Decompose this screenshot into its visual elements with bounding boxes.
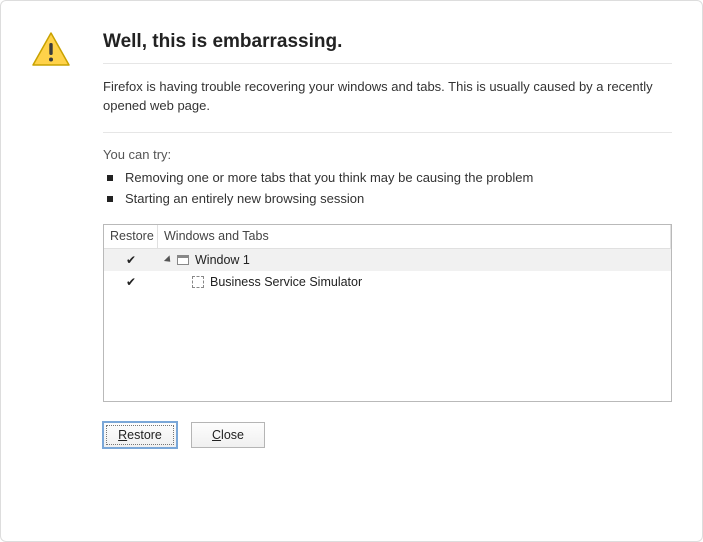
warning-icon (31, 31, 71, 70)
restore-checkbox[interactable]: ✔ (126, 275, 136, 289)
divider (103, 63, 672, 64)
row-label: Business Service Simulator (210, 275, 362, 289)
session-restore-dialog: Well, this is embarrassing. Firefox is h… (0, 0, 703, 542)
tree-row-window[interactable]: ✔ Window 1 (104, 249, 671, 271)
expand-icon[interactable] (164, 255, 173, 264)
try-item: Removing one or more tabs that you think… (121, 170, 672, 185)
restore-checkbox[interactable]: ✔ (126, 253, 136, 267)
session-tree[interactable]: Restore Windows and Tabs ✔ Window 1 (103, 224, 672, 402)
try-item: Starting an entirely new browsing sessio… (121, 191, 672, 206)
page-icon (192, 276, 204, 288)
dialog-buttons: Restore Close (103, 422, 672, 448)
window-icon (177, 255, 189, 265)
dialog-title: Well, this is embarrassing. (103, 31, 672, 53)
dialog-description: Firefox is having trouble recovering you… (103, 78, 672, 116)
try-label: You can try: (103, 147, 672, 162)
close-button[interactable]: Close (191, 422, 265, 448)
col-windows-tabs[interactable]: Windows and Tabs (158, 225, 671, 248)
restore-button[interactable]: Restore (103, 422, 177, 448)
col-restore[interactable]: Restore (104, 225, 158, 248)
tree-header: Restore Windows and Tabs (104, 225, 671, 249)
divider (103, 132, 672, 133)
try-list: Removing one or more tabs that you think… (103, 170, 672, 206)
tree-row-tab[interactable]: ✔ Business Service Simulator (104, 271, 671, 293)
row-label: Window 1 (195, 253, 250, 267)
